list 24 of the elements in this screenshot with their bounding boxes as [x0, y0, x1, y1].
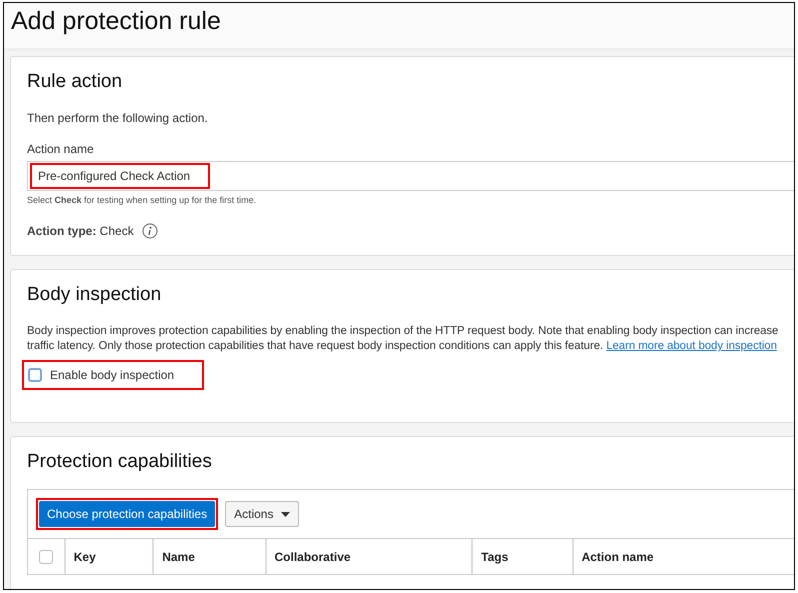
page-title: Add protection rule: [11, 7, 222, 36]
choose-capabilities-button[interactable]: Choose protection capabilities: [39, 501, 216, 527]
section-heading: Body inspection: [27, 284, 162, 306]
column-header: Name: [154, 539, 267, 574]
actions-button[interactable]: Actions: [225, 501, 300, 527]
intro-text: Then perform the following action.: [27, 111, 209, 125]
column-header: Action name: [580, 548, 655, 566]
learn-more-link[interactable]: Learn more about body inspection: [606, 340, 777, 352]
checkbox[interactable]: [28, 368, 42, 382]
field-value: Pre-configured Check Action: [38, 169, 190, 183]
select-all-checkbox[interactable]: [38, 550, 53, 564]
field-label: Action name: [27, 142, 95, 156]
caret-icon: [281, 512, 290, 516]
action-type-text: Action type: Check: [27, 224, 134, 238]
section-heading: Rule action: [27, 71, 122, 93]
description-text: Body inspection improves protection capabilities by enabling the inspection of the HTTP request body. Note that enabling body inspection can increase traffic latency. Only those protection capabilities that have request body inspection conditions can apply this feature. Learn more about body inspection: [27, 324, 780, 354]
action-name-field[interactable]: Pre-configured Check Action: [27, 161, 794, 191]
info-icon[interactable]: [142, 223, 158, 239]
column-header: Tags: [473, 539, 574, 574]
help-text: Select Check for testing when setting up for the first time.: [27, 195, 258, 205]
checkbox-label[interactable]: Enable body inspection: [50, 368, 174, 382]
column-header: Key: [66, 539, 154, 574]
column-header: Collaborative: [266, 539, 474, 574]
section-heading: Protection capabilities: [27, 451, 212, 473]
